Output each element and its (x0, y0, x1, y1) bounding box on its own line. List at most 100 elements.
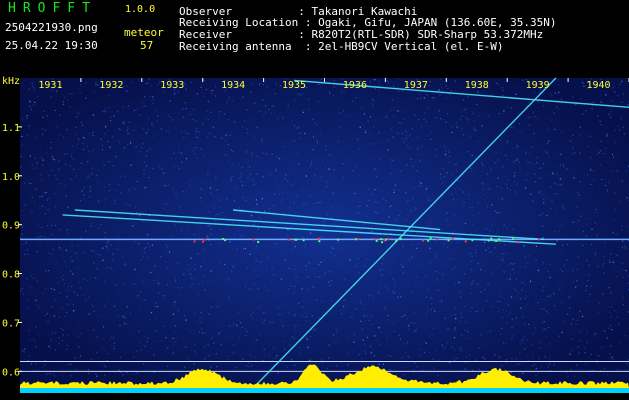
noise-dot (194, 268, 196, 270)
noise-dot (77, 138, 80, 140)
noise-dot (135, 223, 137, 225)
noise-dot (488, 188, 490, 190)
noise-dot (191, 350, 193, 352)
noise-dot (589, 169, 592, 171)
noise-dot (550, 208, 552, 210)
noise-dot (274, 194, 276, 196)
noise-dot (379, 284, 381, 286)
noise-dot (370, 316, 373, 318)
noise-dot (211, 192, 213, 194)
signal-hotspot (222, 238, 225, 240)
noise-dot (30, 287, 32, 289)
noise-dot (320, 176, 322, 179)
noise-dot (144, 299, 146, 301)
noise-dot (153, 135, 155, 137)
noise-dot (34, 341, 36, 343)
noise-dot (467, 96, 469, 98)
noise-dot (230, 165, 232, 167)
noise-dot (97, 253, 99, 255)
noise-dot (437, 90, 439, 92)
noise-dot (368, 188, 370, 190)
noise-dot (79, 92, 81, 94)
noise-dot (101, 144, 103, 146)
noise-dot (69, 270, 72, 272)
noise-dot (438, 271, 440, 274)
noise-dot (292, 241, 294, 243)
noise-dot (512, 228, 514, 230)
noise-dot (254, 221, 256, 223)
noise-dot (123, 264, 125, 266)
noise-dot (23, 145, 26, 147)
noise-dot (32, 167, 34, 169)
noise-dot (439, 83, 441, 86)
noise-dot (45, 152, 47, 154)
noise-dot (306, 202, 308, 204)
noise-dot (386, 139, 389, 141)
noise-dot (64, 315, 66, 317)
noise-dot (594, 333, 597, 335)
noise-dot (412, 368, 414, 370)
noise-dot (540, 191, 542, 193)
noise-dot (66, 296, 68, 298)
noise-dot (141, 103, 143, 105)
noise-dot (486, 300, 488, 302)
noise-dot (576, 280, 578, 282)
noise-dot (406, 201, 408, 203)
noise-dot (506, 322, 508, 324)
noise-dot (501, 327, 503, 329)
noise-dot (460, 180, 462, 182)
noise-dot (500, 259, 502, 261)
noise-dot (479, 183, 481, 185)
noise-dot (440, 78, 442, 80)
noise-dot (48, 270, 50, 272)
noise-dot (344, 299, 346, 301)
noise-dot (203, 79, 205, 81)
noise-dot (323, 179, 325, 182)
noise-dot (381, 218, 383, 220)
noise-dot (40, 157, 42, 159)
noise-dot (203, 346, 205, 348)
noise-dot (313, 286, 315, 289)
noise-dot (120, 192, 122, 194)
noise-dot (477, 91, 479, 93)
noise-dot (532, 111, 535, 113)
noise-dot (280, 218, 282, 220)
noise-dot (511, 338, 513, 340)
noise-dot (470, 167, 472, 169)
noise-dot (412, 139, 414, 141)
noise-dot (72, 304, 74, 306)
noise-dot (481, 162, 483, 164)
noise-dot (393, 285, 396, 287)
noise-dot (402, 138, 404, 140)
noise-dot (343, 177, 345, 179)
noise-dot (457, 180, 459, 182)
noise-dot (143, 363, 145, 365)
noise-dot (62, 274, 64, 276)
noise-dot (548, 173, 550, 175)
noise-dot (425, 296, 428, 298)
noise-dot (103, 350, 106, 352)
noise-dot (604, 241, 606, 243)
noise-dot (501, 365, 503, 367)
noise-dot (182, 108, 184, 110)
noise-dot (104, 366, 106, 368)
noise-dot (55, 299, 57, 301)
noise-dot (103, 281, 106, 283)
noise-dot (533, 132, 535, 135)
noise-dot (391, 369, 393, 371)
noise-dot (524, 256, 526, 258)
noise-dot (297, 163, 299, 165)
noise-dot (218, 242, 221, 245)
noise-dot (254, 357, 256, 359)
noise-dot (416, 264, 418, 266)
noise-dot (527, 161, 529, 163)
noise-dot (98, 227, 100, 229)
noise-dot (66, 348, 68, 350)
signal-hotspot (471, 239, 474, 242)
noise-dot (480, 334, 483, 336)
noise-dot (582, 244, 584, 247)
noise-dot (463, 99, 465, 101)
noise-dot (240, 176, 242, 178)
noise-dot (51, 233, 53, 235)
noise-dot (282, 325, 284, 327)
